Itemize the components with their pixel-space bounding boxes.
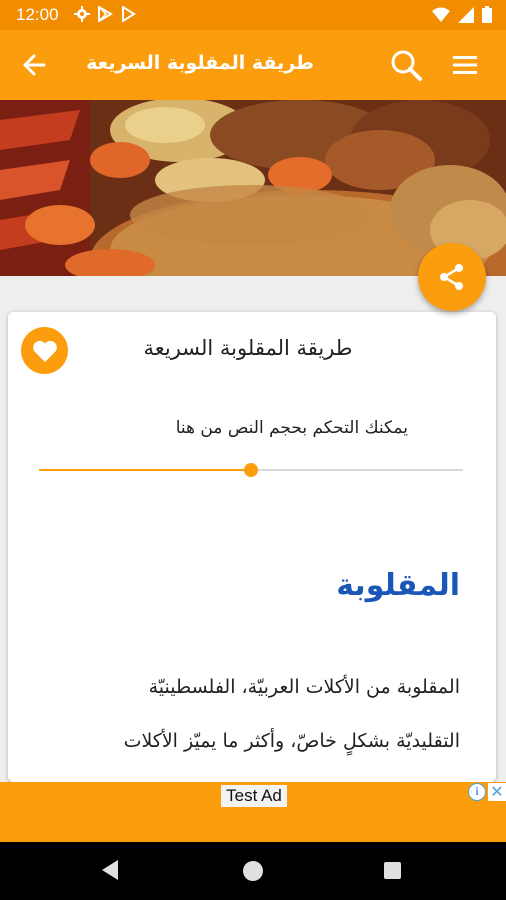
heart-icon — [32, 340, 57, 362]
font-size-hint: يمكنك التحكم بحجم النص من هنا — [175, 418, 408, 438]
page-title: طريقة المقلوبة السريعة — [86, 52, 314, 74]
nav-home-icon[interactable] — [243, 861, 263, 881]
recipe-title: طريقة المقلوبة السريعة — [143, 336, 353, 360]
status-time: 12:00 — [16, 5, 59, 24]
battery-icon — [482, 6, 492, 23]
search-button[interactable] — [388, 48, 424, 82]
play-icon — [122, 6, 136, 22]
slider-thumb[interactable] — [244, 463, 258, 477]
back-button[interactable] — [18, 50, 50, 80]
status-system-icons — [432, 6, 492, 23]
share-button[interactable] — [418, 243, 486, 311]
info-icon[interactable]: i — [468, 783, 486, 801]
font-size-slider[interactable] — [39, 462, 463, 478]
paragraph-line: المقلوبة من الأكلات العربيّة، الفلسطينيّ… — [148, 676, 460, 698]
wifi-icon — [432, 7, 450, 22]
nav-back-icon[interactable] — [100, 858, 120, 882]
gear-icon — [74, 6, 90, 22]
menu-button[interactable] — [448, 50, 482, 80]
status-notification-icons — [74, 6, 136, 22]
recipe-card: طريقة المقلوبة السريعة يمكنك التحكم بحجم… — [8, 312, 496, 782]
close-icon[interactable]: ✕ — [488, 783, 506, 801]
ad-banner[interactable]: Test Ad i ✕ — [0, 782, 506, 842]
paragraph-line: التقليديّة بشكلٍ خاصّ، وأكثر ما يميّز ال… — [123, 730, 460, 752]
status-bar: 12:00 — [0, 0, 506, 30]
section-heading: المقلوبة — [336, 568, 460, 603]
share-icon — [440, 264, 463, 290]
favorite-button[interactable] — [21, 327, 68, 374]
menu-icon — [453, 56, 477, 74]
play-store-icon — [98, 6, 113, 22]
system-nav-bar — [0, 842, 506, 900]
nav-recents-icon[interactable] — [384, 862, 401, 879]
signal-icon — [458, 6, 474, 23]
search-icon — [391, 50, 422, 81]
slider-fill — [39, 469, 251, 471]
app-bar: طريقة المقلوبة السريعة — [0, 30, 506, 100]
ad-label: Test Ad — [221, 785, 287, 807]
arrow-back-icon — [23, 54, 46, 76]
